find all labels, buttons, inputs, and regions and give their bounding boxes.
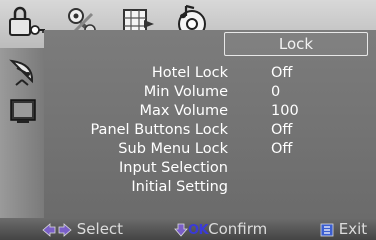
lock-menu-list: Hotel Lock Off Min Volume 0 Max Volume 1…: [44, 64, 376, 197]
down-arrow-icon: [174, 223, 188, 237]
menu-item-label: Input Selection: [119, 160, 228, 176]
side-icon-column: [0, 48, 44, 218]
menu-item-value: Off: [271, 122, 293, 138]
menu-item-label: Max Volume: [139, 103, 228, 119]
help-bar: Select OKConfirm Exit: [0, 218, 376, 240]
left-right-arrows-icon: [42, 223, 72, 237]
menu-item-input-selection[interactable]: Input Selection: [44, 159, 376, 178]
menu-item-min-volume[interactable]: Min Volume 0: [44, 83, 376, 102]
menu-item-label: Panel Buttons Lock: [90, 122, 228, 138]
menu-item-value: 100: [271, 103, 299, 119]
select-label: Select: [76, 220, 124, 238]
menu-item-initial-setting[interactable]: Initial Setting: [44, 178, 376, 197]
confirm-hint: OKConfirm: [174, 218, 267, 240]
ok-key-label: OK: [188, 223, 209, 238]
select-hint: Select: [42, 218, 123, 240]
exit-label: Exit: [338, 220, 368, 238]
menu-item-value: Off: [271, 65, 293, 81]
menu-item-value: 0: [271, 84, 281, 100]
exit-hint: Exit: [320, 218, 367, 240]
lock-menu-panel: Lock Hotel Lock Off Min Volume 0 Max Vol…: [44, 30, 376, 218]
menu-item-value: Off: [271, 141, 293, 157]
menu-item-label: Sub Menu Lock: [118, 141, 228, 157]
menu-item-hotel-lock[interactable]: Hotel Lock Off: [44, 64, 376, 83]
menu-item-max-volume[interactable]: Max Volume 100: [44, 102, 376, 121]
menu-key-icon: [320, 223, 334, 237]
tv-osd-screen: Lock Hotel Lock Off Min Volume 0 Max Vol…: [0, 0, 376, 240]
confirm-label: Confirm: [208, 220, 268, 238]
menu-item-label: Hotel Lock: [151, 65, 228, 81]
menu-item-label: Initial Setting: [131, 179, 228, 195]
menu-title: Lock: [224, 32, 368, 56]
lock-icon[interactable]: [6, 2, 46, 42]
menu-item-sub-menu-lock[interactable]: Sub Menu Lock Off: [44, 140, 376, 159]
monitor-icon[interactable]: [8, 96, 38, 126]
satellite-dish-icon[interactable]: [8, 56, 38, 86]
menu-item-panel-buttons-lock[interactable]: Panel Buttons Lock Off: [44, 121, 376, 140]
menu-item-label: Min Volume: [143, 84, 228, 100]
